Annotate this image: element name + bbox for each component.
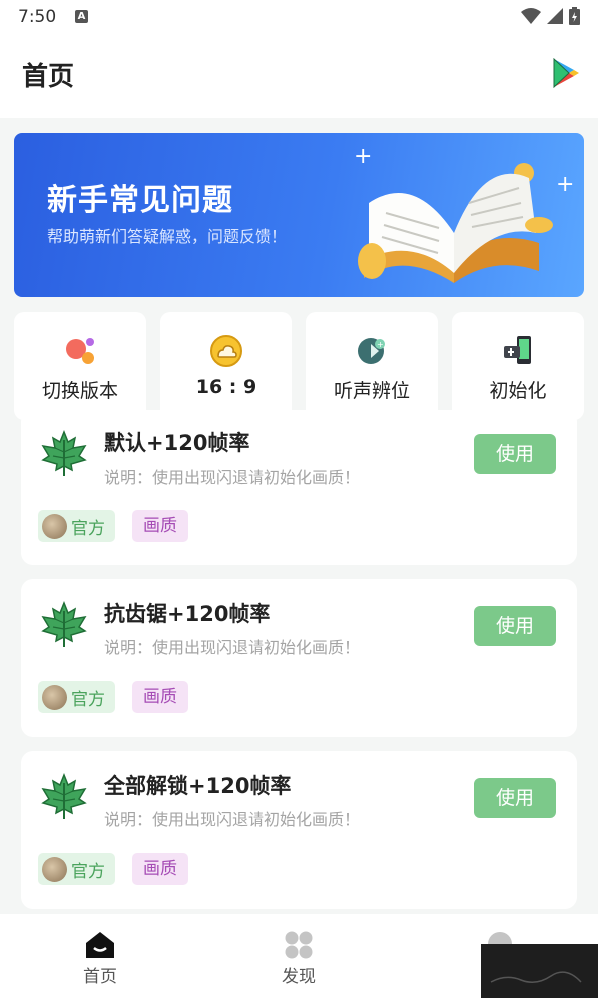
config-card: 抗齿锯+120帧率 说明：使用出现闪退请初始化画质！ 使用 官方 画质 [21, 579, 577, 737]
config-title: 默认+120帧率 [104, 431, 250, 455]
signal-icon [547, 8, 563, 24]
avatar [42, 513, 67, 539]
tag-quality: 画质 [132, 853, 188, 885]
banner-subtitle: 帮助萌新们答疑解惑，问题反馈！ [47, 227, 288, 246]
initialize-icon [504, 336, 531, 364]
discover-icon [285, 931, 313, 959]
page-title: 首页 [22, 62, 75, 92]
play-store-icon[interactable] [552, 58, 580, 88]
tag-label: 官方 [71, 689, 105, 710]
faq-banner[interactable]: 新手常见问题 帮助萌新们答疑解惑，问题反馈！ + + [14, 133, 584, 297]
tag-label: 官方 [71, 861, 105, 882]
quick-action-switch-version[interactable]: 切换版本 [14, 312, 146, 420]
config-description: 说明：使用出现闪退请初始化画质！ [104, 468, 361, 487]
config-description: 说明：使用出现闪退请初始化画质！ [104, 638, 361, 657]
banner-title: 新手常见问题 [47, 183, 233, 218]
config-title: 抗齿锯+120帧率 [104, 602, 271, 626]
tag-official: 官方 [38, 681, 115, 713]
quick-action-label: 切换版本 [41, 380, 118, 402]
wifi-icon [521, 8, 541, 24]
avatar [42, 684, 67, 710]
quick-action-label: 初始化 [489, 380, 547, 402]
cloud-ratio-icon [210, 335, 242, 367]
use-button[interactable]: 使用 [474, 434, 556, 474]
tab-label: 首页 [83, 967, 117, 987]
a-icon: A [75, 10, 88, 23]
maple-leaf-icon [41, 430, 87, 476]
status-time: 7:50 [18, 7, 57, 27]
svg-text:+: + [377, 340, 384, 349]
maple-leaf-icon [41, 601, 87, 647]
switch-version-icon [66, 338, 94, 364]
quick-action-label: 16 : 9 [195, 376, 257, 398]
tab-label: 发现 [282, 967, 316, 987]
book-illustration: + + [354, 144, 574, 283]
quick-action-aspect-ratio[interactable]: 16 : 9 [160, 312, 292, 420]
status-bar: 7:50 A [0, 0, 598, 34]
use-button[interactable]: 使用 [474, 606, 556, 646]
tag-quality: 画质 [132, 510, 188, 542]
avatar [42, 856, 67, 882]
maple-leaf-icon [41, 773, 87, 819]
app-bar: 首页 [0, 34, 598, 118]
use-button[interactable]: 使用 [474, 778, 556, 818]
config-description: 说明：使用出现闪退请初始化画质！ [104, 810, 361, 829]
quick-action-initialize[interactable]: 初始化 [452, 312, 584, 420]
config-card: 默认+120帧率 说明：使用出现闪退请初始化画质！ 使用 官方 画质 [21, 410, 577, 565]
sound-position-icon: + [358, 338, 385, 364]
svg-text:+: + [354, 144, 372, 169]
tag-label: 官方 [71, 518, 105, 539]
config-title: 全部解锁+120帧率 [104, 774, 292, 798]
config-card: 全部解锁+120帧率 说明：使用出现闪退请初始化画质！ 使用 官方 画质 [21, 751, 577, 909]
floating-overlay [481, 944, 598, 998]
tab-discover[interactable]: 发现 [239, 914, 359, 998]
svg-text:+: + [556, 172, 574, 197]
battery-icon [569, 7, 580, 25]
tag-quality: 画质 [132, 681, 188, 713]
quick-action-sound-position[interactable]: + 听声辨位 [306, 312, 438, 420]
quick-action-label: 听声辨位 [333, 380, 410, 402]
tab-home[interactable]: 首页 [40, 914, 160, 998]
tag-official: 官方 [38, 510, 115, 542]
home-icon [86, 932, 114, 958]
status-icons [521, 7, 580, 25]
tag-official: 官方 [38, 853, 115, 885]
